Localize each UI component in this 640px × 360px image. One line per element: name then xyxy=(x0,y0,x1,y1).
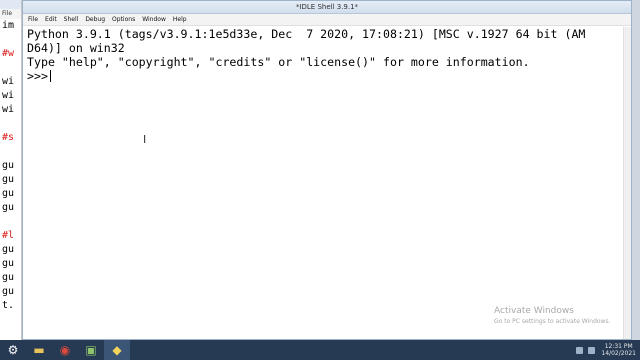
volume-icon[interactable] xyxy=(588,346,596,354)
i-beam-cursor-icon: I xyxy=(143,133,147,146)
code-line: t. xyxy=(2,300,15,311)
code-line: wi xyxy=(2,76,15,87)
shell-banner-line: Python 3.9.1 (tags/v3.9.1:1e5d33e, Dec 7… xyxy=(27,27,586,41)
menu-debug[interactable]: Debug xyxy=(85,16,105,23)
code-line: gu xyxy=(2,188,15,199)
activate-windows-watermark: Activate Windows Go to PC settings to ac… xyxy=(494,306,611,325)
code-line: gu xyxy=(2,258,15,269)
taskbar-settings-button[interactable]: ⚙ xyxy=(0,340,26,360)
code-line: wi xyxy=(2,104,15,115)
taskbar-python-idle-button[interactable]: ◆ xyxy=(104,340,130,360)
clock-date: 14/02/2021 xyxy=(601,350,636,357)
code-comment-line: #w xyxy=(2,48,15,59)
shell-input-line[interactable]: >>> xyxy=(27,69,585,83)
clock-time: 12:31 PM xyxy=(604,343,633,350)
vertical-scrollbar[interactable] xyxy=(623,27,631,339)
menu-bar: File Edit Shell Debug Options Window Hel… xyxy=(23,14,631,26)
background-editor-window[interactable]: File im #w wi wi wi #s gu gu gu gu #l gu gu gu gu t. xyxy=(0,0,22,340)
taskbar-chrome-button[interactable]: ◉ xyxy=(52,340,78,360)
taskbar: ⚙ ▬ ◉ ▣ ◆ 12:31 PM 14/02/2021 xyxy=(0,340,640,360)
menu-file[interactable]: File xyxy=(28,16,38,23)
background-editor-titlebar[interactable] xyxy=(0,0,21,9)
taskbar-file-explorer-button[interactable]: ▬ xyxy=(26,340,52,360)
code-line: gu xyxy=(2,272,15,283)
code-comment-line: #s xyxy=(2,132,15,143)
code-line: gu xyxy=(2,244,15,255)
code-line: gu xyxy=(2,202,15,213)
text-caret xyxy=(49,70,51,82)
image-viewer-icon: ▣ xyxy=(85,343,97,357)
menu-window[interactable]: Window xyxy=(142,16,166,23)
menu-edit[interactable]: Edit xyxy=(45,16,57,23)
shell-prompt: >>> xyxy=(27,69,48,83)
chrome-icon: ◉ xyxy=(59,343,71,357)
watermark-title: Activate Windows xyxy=(494,306,574,316)
menu-options[interactable]: Options xyxy=(112,16,135,23)
code-line: gu xyxy=(2,174,15,185)
code-line: gu xyxy=(2,286,15,297)
menu-help[interactable]: Help xyxy=(173,16,187,23)
python-idle-icon: ◆ xyxy=(112,343,122,357)
file-explorer-icon: ▬ xyxy=(33,343,45,357)
menu-shell[interactable]: Shell xyxy=(64,16,79,23)
code-line: wi xyxy=(2,90,15,101)
taskbar-image-viewer-button[interactable]: ▣ xyxy=(78,340,104,360)
settings-icon: ⚙ xyxy=(7,343,19,357)
code-line: im xyxy=(2,20,15,31)
background-editor-menu-file[interactable]: File xyxy=(0,9,21,19)
code-comment-line: #l xyxy=(2,230,15,241)
shell-banner-line: D64)] on win32 xyxy=(27,41,125,55)
network-icon[interactable] xyxy=(576,346,584,354)
shell-banner-line: Type "help", "copyright", "credits" or "… xyxy=(27,55,530,69)
watermark-subtitle: Go to PC settings to activate Windows. xyxy=(494,318,611,325)
shell-output[interactable]: Python 3.9.1 (tags/v3.9.1:1e5d33e, Dec 7… xyxy=(27,27,585,83)
idle-shell-window: *IDLE Shell 3.9.1* File Edit Shell Debug… xyxy=(22,0,632,340)
window-titlebar[interactable]: *IDLE Shell 3.9.1* xyxy=(23,1,631,14)
window-title: *IDLE Shell 3.9.1* xyxy=(295,3,359,11)
system-tray: 12:31 PM 14/02/2021 xyxy=(571,343,636,357)
clock[interactable]: 12:31 PM 14/02/2021 xyxy=(601,343,636,357)
code-line: gu xyxy=(2,160,15,171)
